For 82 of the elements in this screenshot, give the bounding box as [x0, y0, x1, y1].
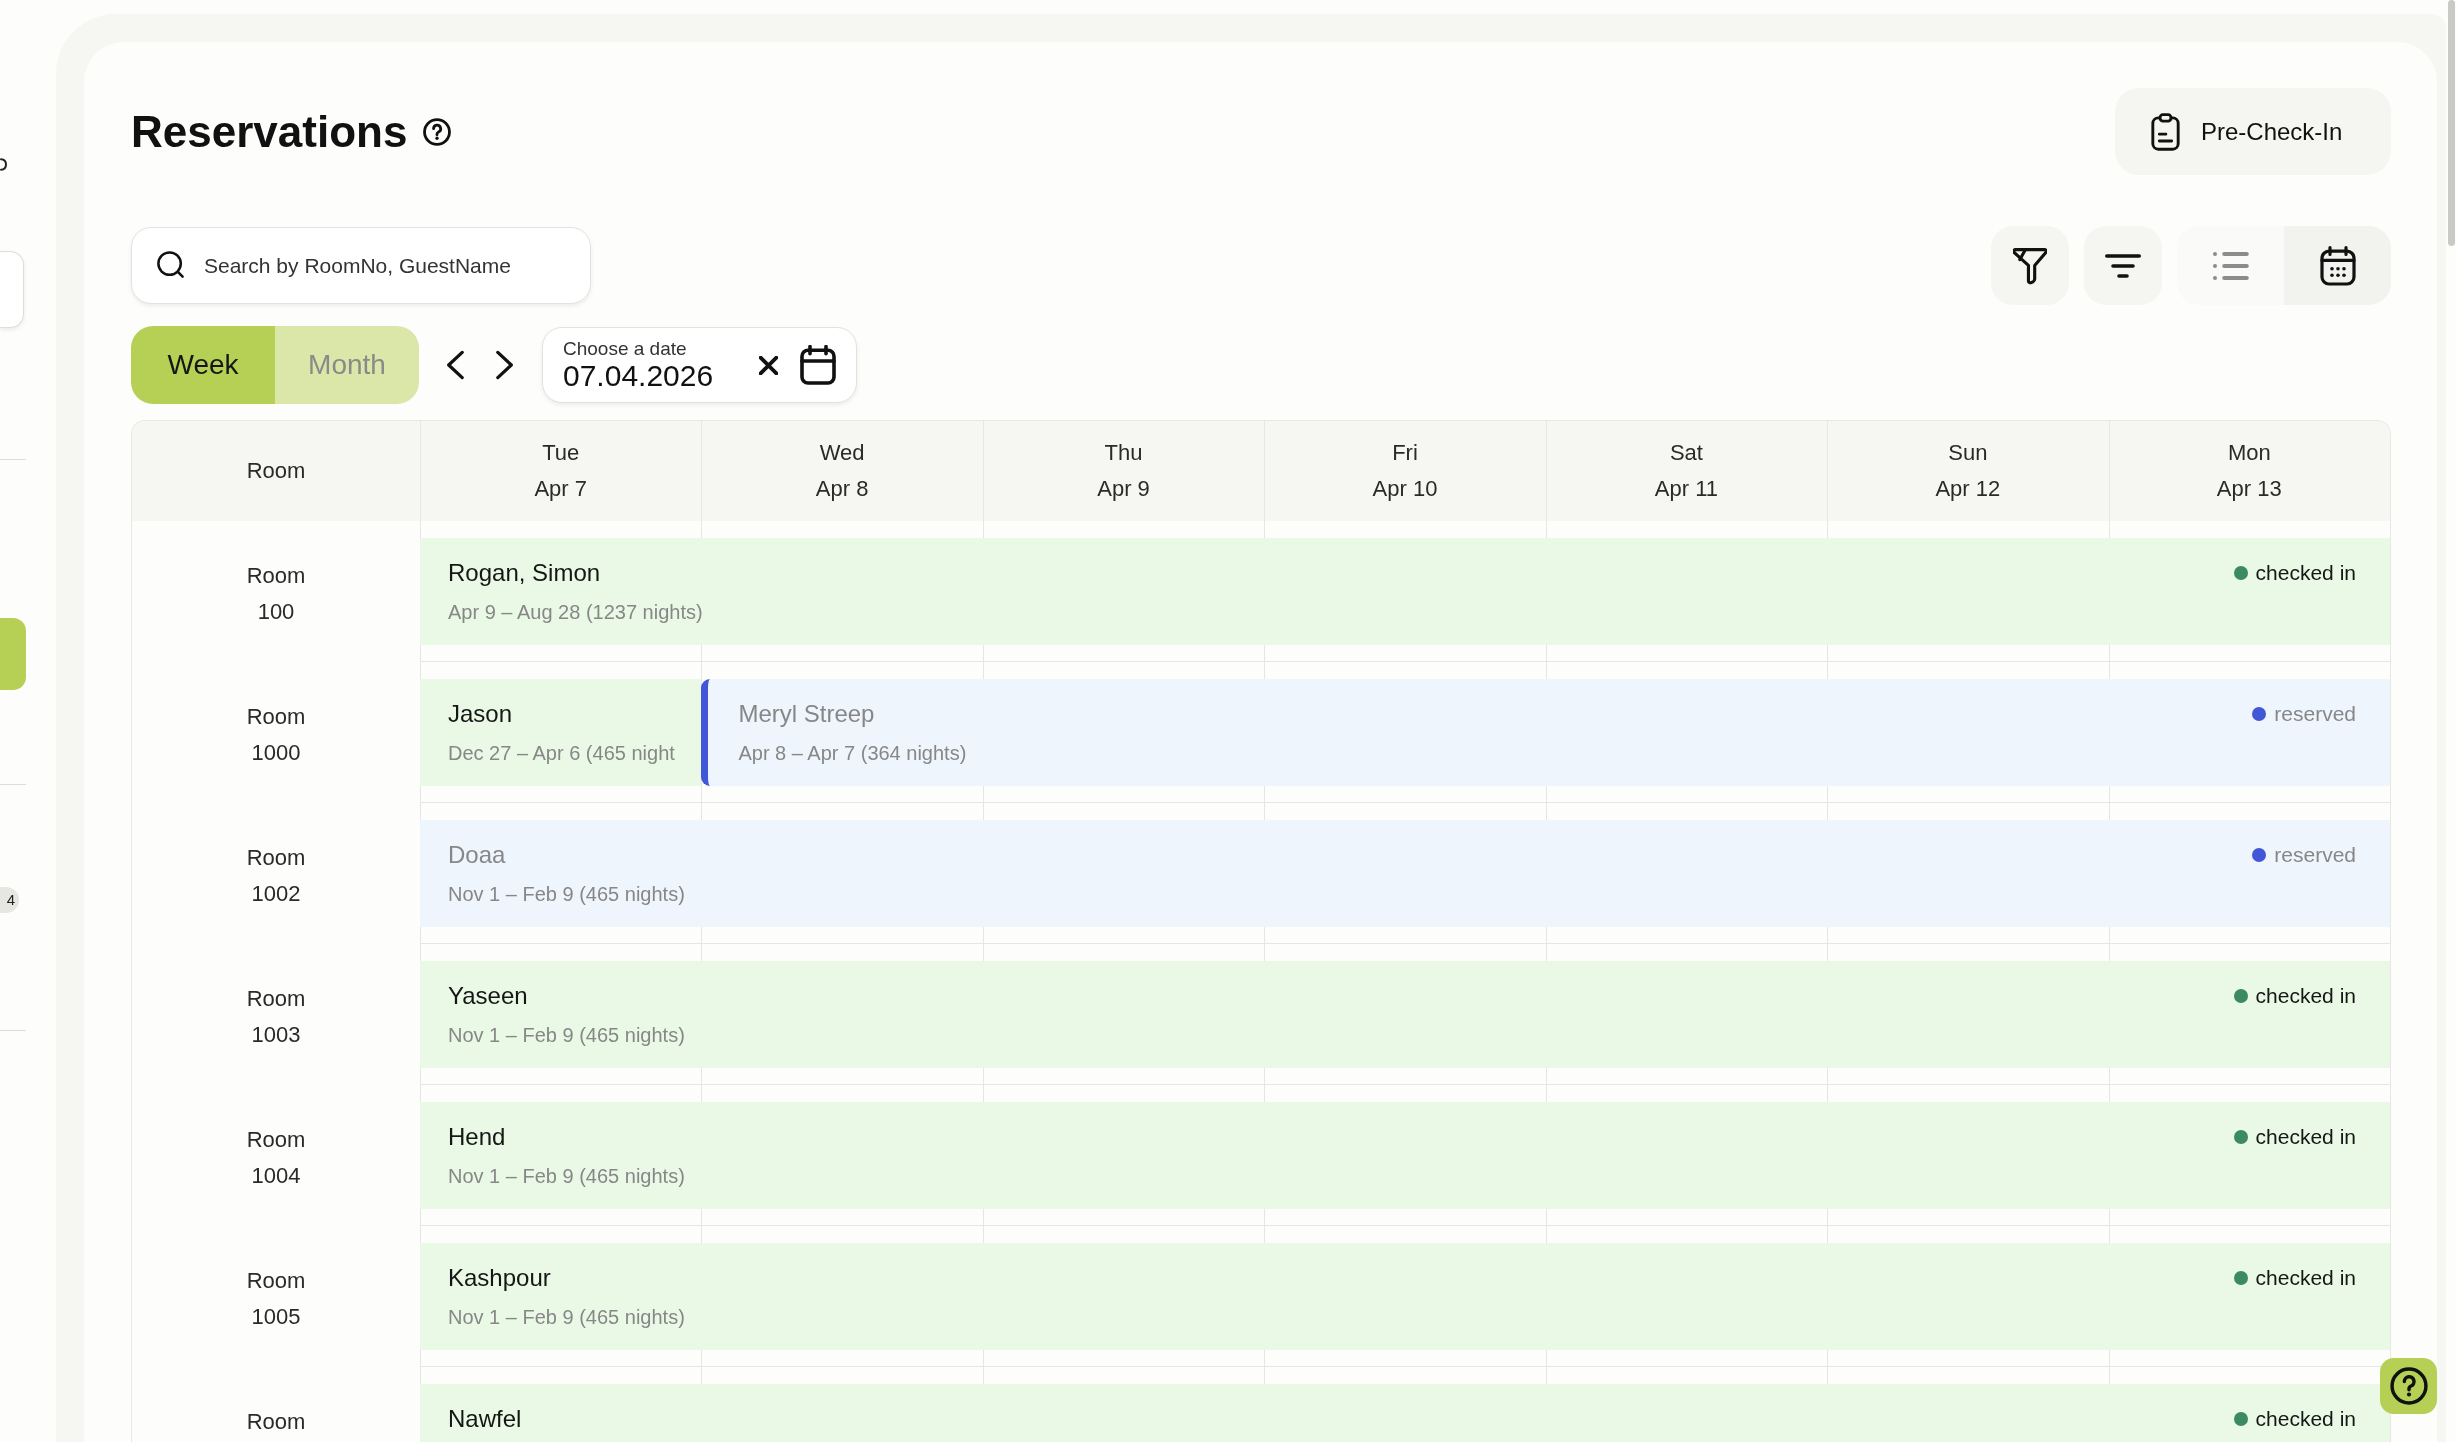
day-name: Sun	[1948, 439, 1988, 467]
room-label: Room	[246, 703, 306, 731]
room-label: Room	[246, 985, 306, 1013]
status-label: reserved	[2274, 701, 2356, 728]
help-icon	[2389, 1367, 2428, 1405]
guest-name: Doaa	[448, 840, 507, 870]
booking-bar[interactable]: Hend Nov 1 – Feb 9 (465 nights) checked in	[420, 1102, 2390, 1209]
count-badge: 4	[0, 887, 19, 913]
sidebar-icon[interactable]	[0, 158, 7, 172]
booking-bar[interactable]: Yaseen Nov 1 – Feb 9 (465 nights) checked in	[420, 961, 2390, 1068]
day-date: Apr 13	[2216, 475, 2282, 503]
day-name: Fri	[1392, 439, 1418, 467]
booking-bar[interactable]: Kashpour Nov 1 – Feb 9 (465 nights) checked in	[420, 1243, 2390, 1350]
room-label: Room	[246, 1267, 306, 1295]
day-name: Thu	[1104, 439, 1143, 467]
room-label: Room	[246, 562, 306, 590]
day-name: Tue	[542, 439, 580, 467]
guest-name: Yaseen	[448, 981, 529, 1011]
status-label: checked in	[2255, 1406, 2356, 1433]
status-label: checked in	[2255, 1265, 2356, 1292]
booking-bar[interactable]: Rogan, Simon Apr 9 – Aug 28 (1237 nights) checked in	[420, 538, 2390, 645]
status-label: checked in	[2255, 983, 2356, 1010]
status-label: checked in	[2255, 1124, 2356, 1151]
booking-dates: Nov 1 – Feb 9 (465 nights)	[448, 1305, 685, 1330]
list-icon	[2212, 251, 2249, 280]
guest-name: Nawfel	[448, 1404, 522, 1434]
room-label: Room	[246, 844, 306, 872]
booking-bar[interactable]: Jason Dec 27 – Apr 6 (465 night	[420, 679, 702, 786]
booking-dates: Dec 27 – Apr 6 (465 night	[448, 741, 675, 766]
funnel-icon	[2013, 246, 2047, 285]
room-number: 1005	[251, 1303, 301, 1331]
page-title: Reservations	[131, 105, 408, 158]
day-date: Apr 8	[815, 475, 869, 503]
guest-name: Kashpour	[448, 1263, 552, 1293]
status-label: checked in	[2255, 560, 2356, 587]
help-icon[interactable]	[423, 117, 452, 146]
booking-bar[interactable]: Nawfel checked in	[420, 1384, 2390, 1442]
guest-name: Meryl Streep	[738, 699, 876, 729]
column-header: Room	[246, 457, 306, 485]
calendar-view-button[interactable]	[2284, 226, 2391, 305]
filter-button[interactable]	[1991, 226, 2069, 305]
booking-dates: Apr 9 – Aug 28 (1237 nights)	[448, 600, 703, 625]
help-button[interactable]	[2380, 1358, 2437, 1414]
date-field[interactable]: Choose a date 07.04.2026	[542, 327, 857, 403]
close-icon[interactable]	[759, 355, 778, 375]
guest-name: Rogan, Simon	[448, 558, 602, 588]
booking-dates: Nov 1 – Feb 9 (465 nights)	[448, 1023, 685, 1048]
search-icon	[157, 251, 185, 279]
day-date: Apr 7	[534, 475, 587, 503]
calendar-icon	[2319, 245, 2356, 286]
room-number: 100	[257, 598, 295, 626]
room-number: 1004	[251, 1162, 301, 1190]
range-tab[interactable]: Week	[131, 326, 275, 404]
day-date: Apr 10	[1372, 475, 1438, 503]
search-field[interactable]: Search by RoomNo, GuestName	[131, 227, 591, 304]
booking-dates: Apr 8 – Apr 7 (364 nights)	[738, 741, 967, 766]
filter-lines-icon	[2105, 253, 2141, 278]
chevron-left-icon[interactable]	[446, 350, 464, 380]
date-field-value: 07.04.2026	[563, 360, 715, 392]
sort-button[interactable]	[2084, 226, 2162, 305]
scrollbar[interactable]	[2447, 0, 2455, 246]
day-date: Apr 9	[1097, 475, 1150, 503]
booking-dates: Nov 1 – Feb 9 (465 nights)	[448, 882, 685, 907]
day-name: Sat	[1669, 439, 1703, 467]
day-name: Mon	[2227, 439, 2271, 467]
calendar-icon[interactable]	[800, 345, 836, 385]
room-label: Room	[246, 1126, 306, 1154]
room-number: 1003	[251, 1021, 301, 1049]
pre-check-in-button[interactable]: Pre-Check-In	[2115, 88, 2391, 175]
status-label: reserved	[2274, 842, 2356, 869]
day-date: Apr 12	[1935, 475, 2001, 503]
booking-dates: Nov 1 – Feb 9 (465 nights)	[448, 1164, 685, 1189]
date-field-label: Choose a date	[563, 338, 688, 360]
chevron-right-icon[interactable]	[496, 350, 514, 380]
guest-name: Jason	[448, 699, 514, 729]
day-name: Wed	[819, 439, 865, 467]
guest-name: Hend	[448, 1122, 507, 1152]
room-label: Room	[246, 1408, 306, 1436]
day-date: Apr 11	[1654, 475, 1718, 503]
room-number: 1002	[251, 880, 301, 908]
room-number: 1000	[251, 739, 301, 767]
clipboard-icon	[2151, 112, 2180, 151]
